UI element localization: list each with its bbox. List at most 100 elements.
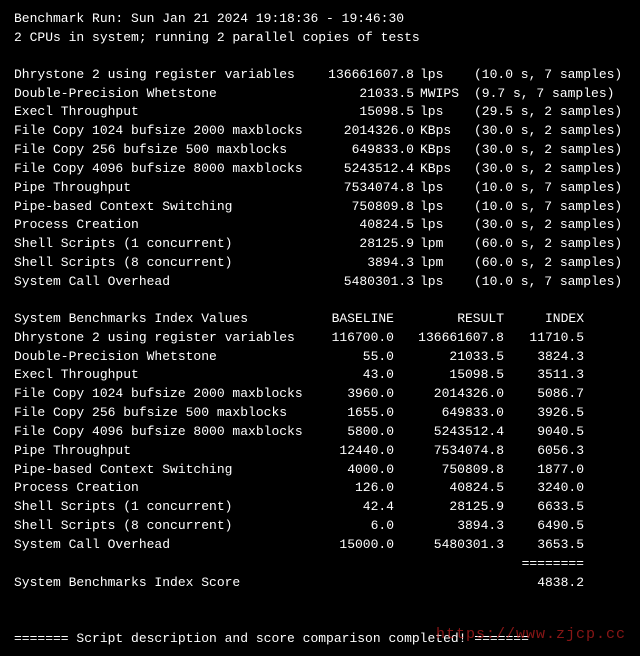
result-value: 750809.8 (314, 198, 414, 217)
index-name: Process Creation (14, 479, 314, 498)
index-name: File Copy 4096 bufsize 8000 maxblocks (14, 423, 314, 442)
index-baseline: 15000.0 (314, 536, 394, 555)
result-row: System Call Overhead5480301.3lps(10.0 s,… (14, 273, 626, 292)
index-baseline: 4000.0 (314, 461, 394, 480)
index-row: Double-Precision Whetstone55.021033.5382… (14, 348, 626, 367)
result-value: 5243512.4 (314, 160, 414, 179)
index-baseline: 12440.0 (314, 442, 394, 461)
benchmark-run-line: Benchmark Run: Sun Jan 21 2024 19:18:36 … (14, 10, 626, 29)
result-unit: lps (414, 103, 462, 122)
result-value: 28125.9 (314, 235, 414, 254)
result-value: 2014326.0 (314, 122, 414, 141)
result-name: Pipe Throughput (14, 179, 314, 198)
result-timing: (10.0 s, 7 samples) (462, 198, 622, 217)
index-result: 5480301.3 (394, 536, 504, 555)
result-timing: (60.0 s, 2 samples) (462, 254, 622, 273)
index-row: Shell Scripts (1 concurrent)42.428125.96… (14, 498, 626, 517)
index-index: 1877.0 (504, 461, 584, 480)
result-timing: (10.0 s, 7 samples) (462, 273, 622, 292)
result-value: 3894.3 (314, 254, 414, 273)
watermark: https://www.zjcp.cc (436, 624, 626, 646)
result-unit: lps (414, 216, 462, 235)
index-result: 2014326.0 (394, 385, 504, 404)
result-timing: (60.0 s, 2 samples) (462, 235, 622, 254)
index-baseline: 3960.0 (314, 385, 394, 404)
index-result: 649833.0 (394, 404, 504, 423)
col-index: INDEX (504, 310, 584, 329)
divider-row: ======== (14, 555, 626, 574)
result-timing: (10.0 s, 7 samples) (462, 179, 622, 198)
result-unit: KBps (414, 160, 462, 179)
index-index: 11710.5 (504, 329, 584, 348)
index-row: Pipe-based Context Switching4000.0750809… (14, 461, 626, 480)
index-name: Pipe Throughput (14, 442, 314, 461)
score-row: System Benchmarks Index Score 4838.2 (14, 574, 626, 593)
index-baseline: 5800.0 (314, 423, 394, 442)
result-value: 21033.5 (314, 85, 414, 104)
score-label: System Benchmarks Index Score (14, 574, 504, 593)
result-name: Process Creation (14, 216, 314, 235)
result-value: 136661607.8 (314, 66, 414, 85)
result-unit: lpm (414, 254, 462, 273)
index-table: Dhrystone 2 using register variables1167… (14, 329, 626, 555)
index-baseline: 55.0 (314, 348, 394, 367)
index-index: 3926.5 (504, 404, 584, 423)
result-timing: (30.0 s, 2 samples) (462, 122, 622, 141)
result-timing: (29.5 s, 2 samples) (462, 103, 622, 122)
index-header-row: System Benchmarks Index Values BASELINE … (14, 310, 626, 329)
index-baseline: 126.0 (314, 479, 394, 498)
index-row: Execl Throughput43.015098.53511.3 (14, 366, 626, 385)
index-row: Process Creation126.040824.53240.0 (14, 479, 626, 498)
index-name: Shell Scripts (1 concurrent) (14, 498, 314, 517)
result-row: Dhrystone 2 using register variables1366… (14, 66, 626, 85)
result-value: 649833.0 (314, 141, 414, 160)
result-value: 7534074.8 (314, 179, 414, 198)
result-timing: (10.0 s, 7 samples) (462, 66, 622, 85)
index-row: Dhrystone 2 using register variables1167… (14, 329, 626, 348)
result-unit: lpm (414, 235, 462, 254)
index-index: 3511.3 (504, 366, 584, 385)
result-value: 40824.5 (314, 216, 414, 235)
result-name: Dhrystone 2 using register variables (14, 66, 314, 85)
result-timing: (9.7 s, 7 samples) (462, 85, 614, 104)
index-baseline: 42.4 (314, 498, 394, 517)
index-baseline: 6.0 (314, 517, 394, 536)
result-timing: (30.0 s, 2 samples) (462, 216, 622, 235)
col-result: RESULT (394, 310, 504, 329)
result-name: File Copy 256 bufsize 500 maxblocks (14, 141, 314, 160)
index-index: 6490.5 (504, 517, 584, 536)
index-name: System Call Overhead (14, 536, 314, 555)
score-value: 4838.2 (504, 574, 584, 593)
result-unit: lps (414, 66, 462, 85)
index-name: Double-Precision Whetstone (14, 348, 314, 367)
result-row: Execl Throughput15098.5lps(29.5 s, 2 sam… (14, 103, 626, 122)
index-index: 9040.5 (504, 423, 584, 442)
result-row: File Copy 4096 bufsize 8000 maxblocks524… (14, 160, 626, 179)
divider: ======== (504, 555, 584, 574)
result-name: Pipe-based Context Switching (14, 198, 314, 217)
result-unit: KBps (414, 141, 462, 160)
result-name: Shell Scripts (1 concurrent) (14, 235, 314, 254)
index-name: Pipe-based Context Switching (14, 461, 314, 480)
index-result: 15098.5 (394, 366, 504, 385)
index-index: 3240.0 (504, 479, 584, 498)
result-name: File Copy 4096 bufsize 8000 maxblocks (14, 160, 314, 179)
results-table: Dhrystone 2 using register variables1366… (14, 66, 626, 292)
index-index: 5086.7 (504, 385, 584, 404)
result-name: Shell Scripts (8 concurrent) (14, 254, 314, 273)
index-baseline: 43.0 (314, 366, 394, 385)
result-timing: (30.0 s, 2 samples) (462, 141, 622, 160)
result-row: Double-Precision Whetstone21033.5MWIPS(9… (14, 85, 626, 104)
index-index: 3824.3 (504, 348, 584, 367)
result-name: Double-Precision Whetstone (14, 85, 314, 104)
index-result: 5243512.4 (394, 423, 504, 442)
index-row: System Call Overhead15000.05480301.33653… (14, 536, 626, 555)
index-name: File Copy 256 bufsize 500 maxblocks (14, 404, 314, 423)
result-row: Pipe Throughput7534074.8lps(10.0 s, 7 sa… (14, 179, 626, 198)
index-result: 21033.5 (394, 348, 504, 367)
index-index: 6633.5 (504, 498, 584, 517)
index-name: Dhrystone 2 using register variables (14, 329, 314, 348)
result-unit: KBps (414, 122, 462, 141)
index-row: File Copy 256 bufsize 500 maxblocks1655.… (14, 404, 626, 423)
result-row: Shell Scripts (1 concurrent)28125.9lpm(6… (14, 235, 626, 254)
